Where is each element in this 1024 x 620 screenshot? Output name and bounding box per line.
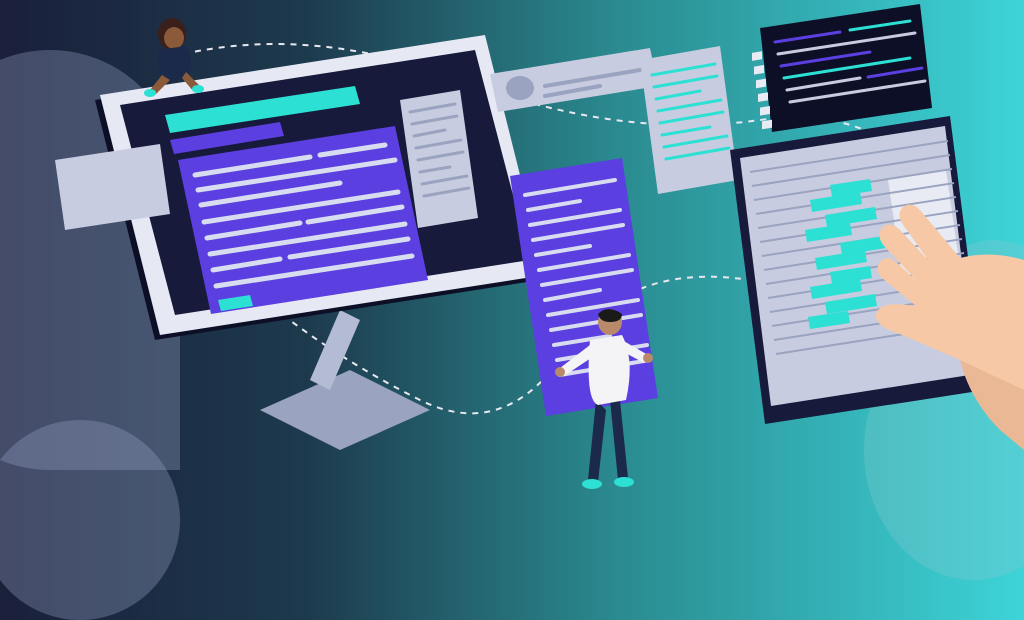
isometric-illustration — [0, 0, 1024, 512]
floating-doc-purple — [510, 158, 658, 416]
search-bar-circle — [506, 76, 534, 100]
monitor-stand-base — [260, 370, 430, 450]
